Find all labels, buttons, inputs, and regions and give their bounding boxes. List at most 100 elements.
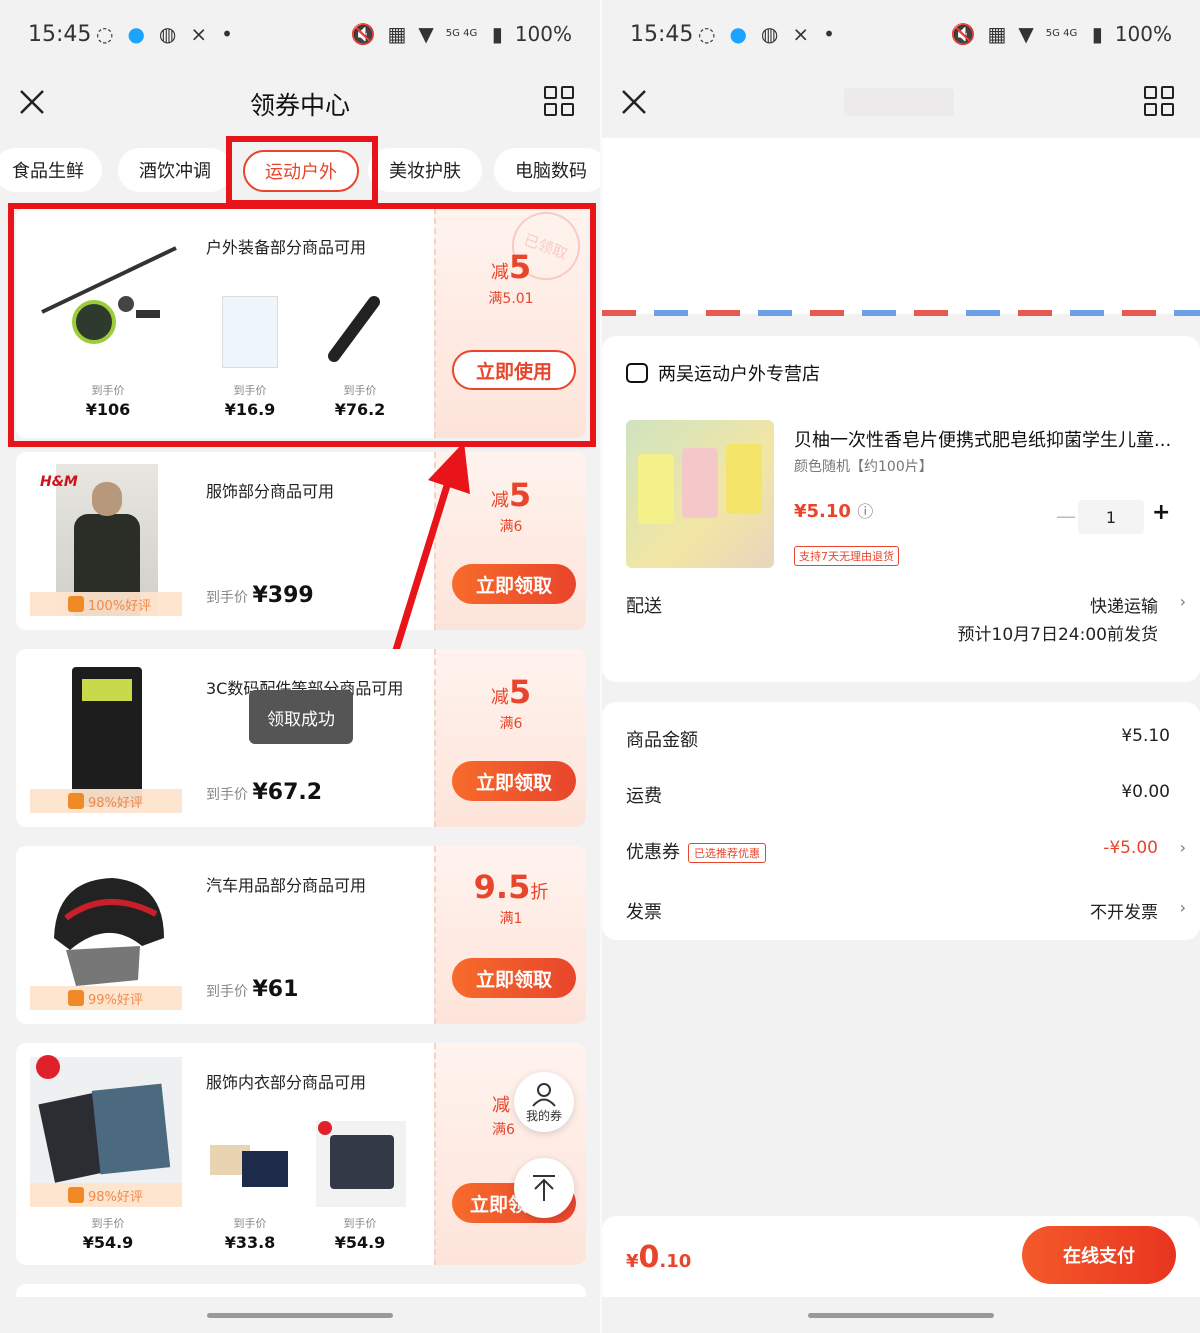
- capcut-icon: ⨯: [190, 22, 208, 46]
- tab-beauty[interactable]: 美妆护肤: [368, 148, 482, 192]
- checkout-bar: ¥0.10 在线支付: [602, 1216, 1200, 1298]
- decrease-quantity-button[interactable]: —: [1056, 504, 1076, 528]
- coupon-threshold: 满1: [499, 911, 523, 927]
- coupon-condition: 服饰内衣部分商品可用: [206, 1073, 367, 1092]
- underwear-alt-image[interactable]: [316, 1121, 406, 1207]
- tab-food[interactable]: 食品生鲜: [0, 148, 102, 192]
- thumb-up-icon: [68, 1187, 84, 1203]
- claim-button[interactable]: 立即领取: [452, 761, 576, 801]
- status-time: 15:45: [630, 22, 694, 47]
- socks-image[interactable]: [206, 1129, 296, 1199]
- nfc-icon: ▦: [387, 22, 407, 46]
- product-price: ¥399: [252, 583, 314, 608]
- increase-quantity-button[interactable]: +: [1152, 500, 1170, 525]
- store-icon: [626, 363, 648, 383]
- grid-menu-icon[interactable]: [544, 86, 574, 116]
- mute-icon: 🔇: [350, 22, 376, 46]
- chevron-right-icon[interactable]: ›: [1180, 592, 1186, 611]
- page-title: 领券中心: [249, 91, 350, 120]
- coupon-amount: 9.5: [473, 868, 531, 906]
- delivery-label: 配送: [626, 596, 662, 617]
- product-price: ¥5.10: [794, 501, 851, 522]
- user-icon: [532, 1082, 556, 1107]
- wechat-icon: ◍: [760, 22, 779, 46]
- coupon-center-screen: 15:45 ◌ ● ◍ ⨯ • 🔇 ▦ ▼ 5G 4G ▮ 100% 领券中心 …: [0, 0, 600, 1333]
- coupon-card-underwear: 98%好评 服饰内衣部分商品可用 到手价 ¥54.9 到手价 ¥33.8 到手价…: [16, 1043, 586, 1265]
- coupon-condition: 汽车用品部分商品可用: [206, 876, 367, 895]
- return-policy-badge: 支持7天无理由退货: [794, 546, 899, 566]
- product-price: ¥54.9: [334, 1233, 386, 1252]
- tab-digital[interactable]: 电脑数码: [494, 148, 600, 192]
- nfc-icon: ▦: [987, 22, 1007, 46]
- coupon-amount: 5: [508, 673, 532, 711]
- coupon-amount-panel: 减满6 立即领取: [434, 1043, 586, 1265]
- chevron-right-icon[interactable]: ›: [1180, 898, 1186, 917]
- chevron-right-icon[interactable]: ›: [1180, 838, 1186, 857]
- home-indicator[interactable]: [602, 1297, 1200, 1333]
- brand-logo: H&M: [40, 474, 78, 490]
- close-icon[interactable]: [620, 88, 648, 116]
- grid-menu-icon[interactable]: [1144, 86, 1174, 116]
- wechat-icon: ◍: [158, 22, 177, 46]
- delivery-method[interactable]: 快递运输: [1090, 592, 1158, 617]
- back-to-top-button[interactable]: [514, 1158, 574, 1218]
- coupon-amount-panel: 减5 满6 立即领取: [434, 649, 586, 827]
- coupon-discount[interactable]: -¥5.00: [1103, 838, 1158, 858]
- nav-bar: 领券中心: [0, 70, 600, 136]
- thumb-up-icon: [68, 596, 84, 612]
- goods-amount: ¥5.10: [1121, 726, 1170, 746]
- blurred-title: [844, 88, 954, 116]
- rating-badge: 99%好评: [30, 986, 182, 1010]
- recommended-badge: 已选推荐优惠: [688, 843, 766, 863]
- pay-online-button[interactable]: 在线支付: [1022, 1226, 1176, 1284]
- rating-badge: 100%好评: [30, 592, 182, 616]
- battery-icon: ▮: [491, 22, 503, 46]
- product-price: ¥54.9: [82, 1233, 134, 1252]
- status-bar: 15:45 ◌ ● ◍ ⨯ • 🔇 ▦ ▼ 5G 4G ▮ 100%: [0, 0, 600, 70]
- card-highlight-box: [8, 203, 596, 447]
- dot-icon: •: [221, 22, 233, 46]
- order-item-card: 两吴运动户外专营店 贝柚一次性香皂片便携式肥皂纸抑菌学生儿童... 颜色随机【约…: [602, 336, 1200, 682]
- coupon-amount-panel: 9.5折 满1 立即领取: [434, 846, 586, 1024]
- total-price: ¥0.10: [626, 1240, 692, 1275]
- battery-charger-image[interactable]: [72, 667, 142, 807]
- quantity-input[interactable]: 1: [1078, 500, 1144, 534]
- shop-name[interactable]: 两吴运动户外专营店: [658, 360, 820, 386]
- product-price: ¥67.2: [252, 780, 323, 805]
- rating-badge: 98%好评: [30, 789, 182, 813]
- rating-badge: 98%好评: [30, 1183, 182, 1207]
- product-price: ¥33.8: [224, 1233, 276, 1252]
- arrow-up-icon: [533, 1175, 555, 1201]
- battery-icon: ▮: [1091, 22, 1103, 46]
- delivery-eta: 预计10月7日24:00前发货: [957, 625, 1158, 645]
- price-summary-card: 商品金额 ¥5.10 运费 ¥0.00 优惠券 已选推荐优惠 -¥5.00 › 发…: [602, 702, 1200, 940]
- product-spec[interactable]: 颜色随机【约100片】: [794, 456, 933, 476]
- coupon-card-apparel: H&M 100%好评 服饰部分商品可用 到手价 ¥399 减5 满6 立即领取: [16, 452, 586, 630]
- shipping-fee: ¥0.00: [1121, 782, 1170, 802]
- claim-button[interactable]: 立即领取: [452, 958, 576, 998]
- checkout-screen: 15:45 ◌ ● ◍ ⨯ • 🔇 ▦ ▼ 5G 4G ▮ 100% 两吴运动户…: [602, 0, 1200, 1333]
- bike-helmet-image[interactable]: [46, 868, 172, 988]
- invoice-option[interactable]: 不开发票: [1090, 898, 1158, 923]
- product-price: ¥61: [252, 977, 299, 1002]
- signal-icon: 5G 4G: [445, 28, 478, 39]
- coupon-condition: 服饰部分商品可用: [206, 482, 335, 501]
- home-indicator[interactable]: [0, 1297, 600, 1333]
- tab-highlight-box: [226, 136, 378, 206]
- chat-icon: ◌: [96, 22, 114, 46]
- qq-icon: ●: [729, 22, 747, 46]
- address-section[interactable]: [602, 138, 1200, 314]
- tab-drinks[interactable]: 酒饮冲调: [118, 148, 232, 192]
- info-icon[interactable]: ⓘ: [857, 502, 873, 521]
- status-bar: 15:45 ◌ ● ◍ ⨯ • 🔇 ▦ ▼ 5G 4G ▮ 100%: [602, 0, 1200, 70]
- my-coupons-button[interactable]: 我的券: [514, 1072, 574, 1132]
- wifi-icon: ▼: [1018, 22, 1034, 46]
- product-title[interactable]: 贝柚一次性香皂片便携式肥皂纸抑菌学生儿童...: [794, 426, 1174, 452]
- coupon-threshold: 满6: [499, 716, 523, 732]
- toast-message: 领取成功: [249, 690, 353, 744]
- battery-level: 100%: [514, 22, 572, 46]
- signal-icon: 5G 4G: [1045, 28, 1078, 39]
- soap-product-image[interactable]: [626, 420, 774, 568]
- chat-icon: ◌: [698, 22, 716, 46]
- dot-icon: •: [823, 22, 835, 46]
